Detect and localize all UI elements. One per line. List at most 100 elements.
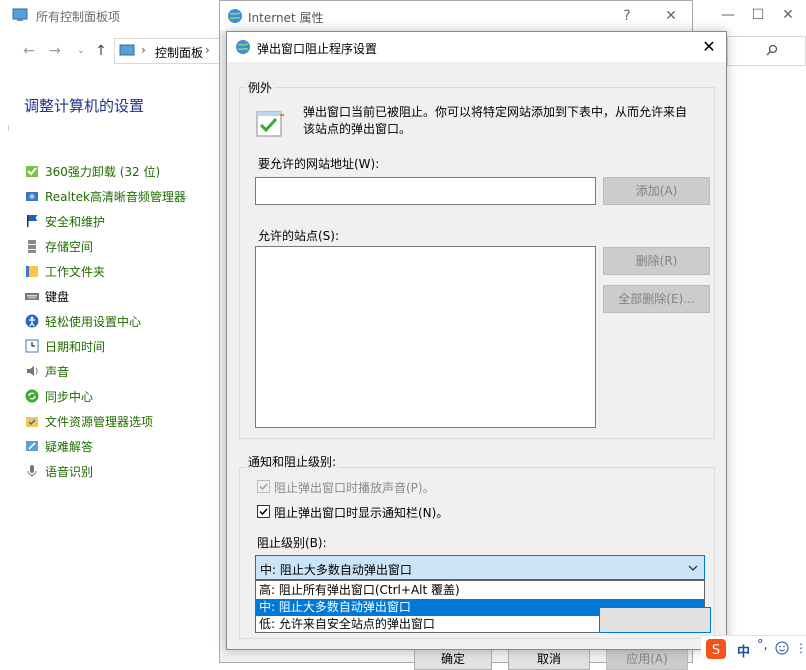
- search-box[interactable]: [727, 36, 806, 66]
- dialog-close-button[interactable]: ✕: [697, 35, 721, 59]
- show-notification-bar-label: 阻止弹出窗口时显示通知栏(N)。: [274, 506, 449, 520]
- list-item[interactable]: 同步中心: [24, 386, 93, 406]
- website-address-input[interactable]: [255, 177, 596, 205]
- add-button[interactable]: 添加(A): [603, 177, 710, 205]
- folder-options-icon: [24, 413, 40, 429]
- list-item[interactable]: 安全和维护: [24, 211, 105, 231]
- list-item[interactable]: 声音: [24, 361, 69, 381]
- remove-all-button[interactable]: 全部删除(E)...: [603, 285, 710, 313]
- chevron-down-icon: [688, 563, 698, 573]
- allowed-sites-label: 允许的站点(S):: [258, 229, 340, 243]
- list-item-label: 轻松使用设置中心: [45, 314, 142, 329]
- list-item-label: 日期和时间: [45, 339, 106, 354]
- remove-button[interactable]: 删除(R): [603, 247, 710, 275]
- close-window-button[interactable]: ✕: [773, 4, 803, 26]
- maximize-button[interactable]: ☐: [743, 4, 773, 26]
- list-item-label: 语音识别: [45, 464, 94, 479]
- list-item[interactable]: 疑难解答: [24, 436, 93, 456]
- list-item-label: 疑难解答: [45, 439, 94, 454]
- microphone-icon: [24, 463, 40, 479]
- globe-icon: [227, 8, 243, 24]
- breadcrumb-chevron-icon[interactable]: ›: [205, 43, 210, 57]
- troubleshoot-icon: [24, 438, 40, 454]
- punctuation-icon[interactable]: °,: [757, 638, 768, 653]
- ime-more-icon[interactable]: ⋮: [795, 641, 806, 655]
- list-item-label: 文件资源管理器选项: [45, 414, 154, 429]
- clock-icon: [24, 338, 40, 354]
- checkmark-icon: [259, 508, 268, 516]
- popup-check-icon: [254, 108, 286, 140]
- list-item-label: 安全和维护: [45, 214, 106, 229]
- list-item[interactable]: 键盘: [24, 286, 69, 306]
- dialog-close-footer-button[interactable]: [599, 607, 711, 633]
- minimize-button[interactable]: —: [713, 4, 743, 26]
- option-high[interactable]: 高: 阻止所有弹出窗口(Ctrl+Alt 覆盖): [256, 582, 704, 599]
- storage-icon: [24, 238, 40, 254]
- ime-toolbar: S 中 °, ⋮: [701, 635, 806, 664]
- checkmark-icon: [259, 483, 268, 491]
- sync-icon: [24, 388, 40, 404]
- search-icon: [766, 44, 778, 56]
- back-arrow-icon[interactable]: ←: [20, 42, 38, 60]
- keyboard-icon: [24, 288, 40, 304]
- block-level-dropdown[interactable]: 中: 阻止大多数自动弹出窗口: [255, 555, 705, 580]
- control-panel-icon: [12, 8, 28, 22]
- speaker-manager-icon: [24, 188, 40, 204]
- uninstall-icon: [24, 163, 40, 179]
- internet-options-title: Internet 属性: [248, 11, 324, 25]
- breadcrumb[interactable]: 控制面板: [155, 44, 203, 61]
- list-item-label: 360强力卸载 (32 位): [45, 164, 161, 179]
- emoji-icon[interactable]: [775, 641, 789, 655]
- list-item-label: 存储空间: [45, 239, 94, 254]
- address-label: 要允许的网站地址(W):: [258, 157, 380, 171]
- block-level-label: 阻止级别(B):: [257, 536, 327, 550]
- ease-of-access-icon: [24, 313, 40, 329]
- help-button[interactable]: ?: [612, 5, 642, 27]
- globe-icon: [235, 39, 251, 55]
- list-item[interactable]: 日期和时间: [24, 336, 105, 356]
- flag-icon: [24, 213, 40, 229]
- address-folder-icon: [119, 44, 135, 57]
- forward-arrow-icon[interactable]: →: [46, 42, 64, 60]
- work-folder-icon: [24, 263, 40, 279]
- side-divider: [8, 125, 9, 131]
- ie-close-button[interactable]: ✕: [656, 5, 686, 27]
- recent-chevron-down-icon[interactable]: ⌄: [72, 42, 90, 60]
- play-sound-checkbox[interactable]: [257, 480, 270, 493]
- dialog-titlebar: 弹出窗口阻止程序设置 ✕: [227, 32, 726, 62]
- exceptions-group-label: 例外: [246, 79, 275, 96]
- list-item[interactable]: 文件资源管理器选项: [24, 411, 153, 431]
- list-item-label: 声音: [45, 364, 70, 379]
- sogou-logo-icon[interactable]: S: [705, 638, 727, 660]
- list-item-label: 工作文件夹: [45, 264, 106, 279]
- breadcrumb-separator-icon: ›: [141, 43, 146, 57]
- sound-icon: [24, 363, 40, 379]
- popup-blocker-dialog: 弹出窗口阻止程序设置 ✕ 例外 弹出窗口当前已被阻止。你可以将特定网站添加到下表…: [226, 31, 727, 650]
- page-title: 调整计算机的设置: [24, 97, 145, 115]
- allowed-sites-list[interactable]: [255, 246, 596, 428]
- list-item-label: 同步中心: [45, 389, 94, 404]
- list-item[interactable]: 轻松使用设置中心: [24, 311, 141, 331]
- list-item[interactable]: 360强力卸载 (32 位): [24, 161, 160, 181]
- cancel-button[interactable]: 取消: [508, 648, 590, 670]
- control-panel-title: 所有控制面板项: [36, 10, 121, 24]
- play-sound-label: 阻止弹出窗口时播放声音(P)。: [274, 481, 435, 495]
- list-item[interactable]: 存储空间: [24, 236, 93, 256]
- list-item[interactable]: 工作文件夹: [24, 261, 105, 281]
- up-arrow-icon[interactable]: ↑: [92, 42, 110, 60]
- internet-options-titlebar: Internet 属性 ? ✕: [220, 1, 692, 31]
- exceptions-description: 弹出窗口当前已被阻止。你可以将特定网站添加到下表中，从而允许来自该站点的弹出窗口…: [303, 105, 688, 136]
- address-bar[interactable]: › 控制面板 ›: [114, 38, 221, 64]
- notification-group-label: 通知和阻止级别:: [246, 453, 339, 470]
- list-item-label: Realtek高清晰音频管理器: [45, 189, 186, 204]
- svg-text:S: S: [712, 643, 720, 658]
- ime-language-label[interactable]: 中: [737, 641, 750, 660]
- list-item[interactable]: 语音识别: [24, 461, 93, 481]
- list-item[interactable]: Realtek高清晰音频管理器: [24, 186, 186, 206]
- show-notification-bar-checkbox[interactable]: [257, 505, 270, 518]
- apply-button[interactable]: 应用(A): [606, 648, 688, 670]
- dialog-title: 弹出窗口阻止程序设置: [257, 42, 378, 56]
- ok-button[interactable]: 确定: [414, 648, 492, 670]
- control-panel-titlebar-right: — ☐ ✕: [693, 0, 806, 30]
- block-level-selected: 中: 阻止大多数自动弹出窗口: [260, 563, 412, 577]
